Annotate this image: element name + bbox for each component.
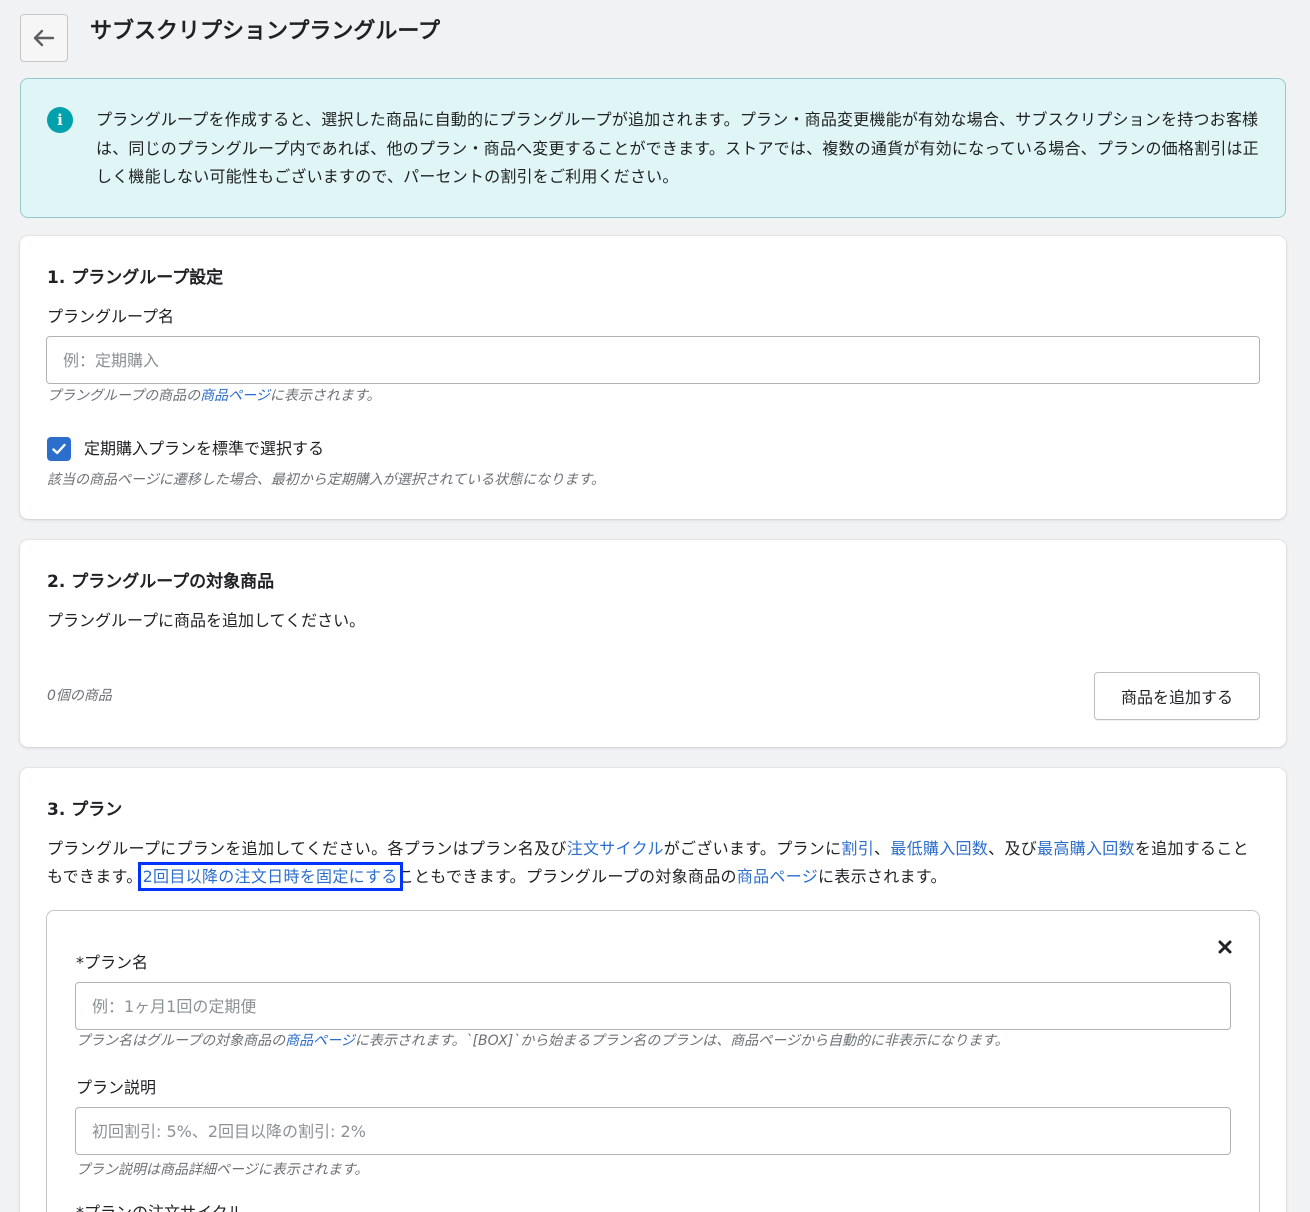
desc-text: 、及び xyxy=(988,839,1038,858)
help-text: に表示されます。 xyxy=(269,388,381,404)
default-select-help: 該当の商品ページに遷移した場合、最初から定期購入が選択されている状態になります。 xyxy=(47,472,605,488)
page-header: サブスクリプションプラングループ xyxy=(20,14,1290,62)
group-name-label: プラングループ名 xyxy=(47,307,175,326)
fixed-order-date-link[interactable]: 2回目以降の注文日時を固定にする xyxy=(137,862,403,891)
checkmark-icon xyxy=(52,443,66,455)
page-title: サブスクリプションプラングループ xyxy=(90,19,441,44)
default-select-label: 定期購入プランを標準で選択する xyxy=(84,439,325,458)
remove-plan-button[interactable] xyxy=(1215,937,1235,957)
max-purchases-link[interactable]: 最高購入回数 xyxy=(1037,839,1135,858)
plan-item: *プラン名 プラン名はグループの対象商品の商品ページに表示されます。`[BOX]… xyxy=(46,910,1260,1212)
desc-text: に表示されます。 xyxy=(818,867,947,886)
desc-text: こともできます。プラングループの対象商品の xyxy=(397,867,737,886)
order-cycle-link[interactable]: 注文サイクル xyxy=(567,839,664,858)
desc-text: プラングループにプランを追加してください。各プランはプラン名及び xyxy=(47,839,567,858)
plans-description: プラングループにプランを追加してください。各プランはプラン名及び注文サイクルがご… xyxy=(47,835,1262,891)
order-cycle-label: *プランの注文サイクル xyxy=(76,1201,243,1212)
section-title: 1. プラングループ設定 xyxy=(47,268,224,288)
plan-name-help: プラン名はグループの対象商品の商品ページに表示されます。`[BOX]`から始まる… xyxy=(76,1031,1009,1051)
group-name-input[interactable] xyxy=(46,336,1260,384)
product-count: 0個の商品 xyxy=(47,688,112,704)
close-icon xyxy=(1218,940,1232,954)
desc-text: がございます。プランに xyxy=(663,839,842,858)
product-page-link[interactable]: 商品ページ xyxy=(200,388,270,404)
info-icon: i xyxy=(47,107,73,133)
section-title: 2. プラングループの対象商品 xyxy=(47,572,275,592)
plan-description-help: プラン説明は商品詳細ページに表示されます。 xyxy=(76,1162,369,1178)
section-title: 3. プラン xyxy=(47,800,123,820)
help-text: プラングループの商品の xyxy=(47,388,201,404)
arrow-left-icon xyxy=(33,29,55,47)
info-banner: i プラングループを作成すると、選択した商品に自動的にプラングループが追加されま… xyxy=(20,78,1286,218)
product-page-link[interactable]: 商品ページ xyxy=(737,867,818,886)
info-banner-text: プラングループを作成すると、選択した商品に自動的にプラングループが追加されます。… xyxy=(96,110,1259,186)
help-text: プラン名はグループの対象商品の xyxy=(76,1033,286,1049)
default-select-checkbox[interactable] xyxy=(47,437,71,461)
product-page-link[interactable]: 商品ページ xyxy=(285,1033,355,1049)
plan-name-input[interactable] xyxy=(75,982,1231,1030)
plan-description-input[interactable] xyxy=(75,1107,1231,1155)
help-text: に表示されます。`[BOX]`から始まるプラン名のプランは、商品ページから自動的… xyxy=(354,1033,1009,1049)
group-name-help: プラングループの商品の商品ページに表示されます。 xyxy=(47,386,381,406)
plan-name-label: *プラン名 xyxy=(76,953,149,972)
desc-text: 、 xyxy=(874,839,891,858)
discount-link[interactable]: 割引 xyxy=(841,839,874,858)
plans-card: 3. プラン プラングループにプランを追加してください。各プランはプラン名及び注… xyxy=(20,768,1286,1212)
min-purchases-link[interactable]: 最低購入回数 xyxy=(890,839,988,858)
target-products-description: プラングループに商品を追加してください。 xyxy=(47,611,366,630)
plan-group-settings-card: 1. プラングループ設定 プラングループ名 プラングループの商品の商品ページに表… xyxy=(20,236,1286,519)
target-products-card: 2. プラングループの対象商品 プラングループに商品を追加してください。 0個の… xyxy=(20,540,1286,747)
add-product-button[interactable]: 商品を追加する xyxy=(1094,672,1260,720)
plan-description-label: プラン説明 xyxy=(76,1078,157,1097)
back-button[interactable] xyxy=(20,14,68,62)
